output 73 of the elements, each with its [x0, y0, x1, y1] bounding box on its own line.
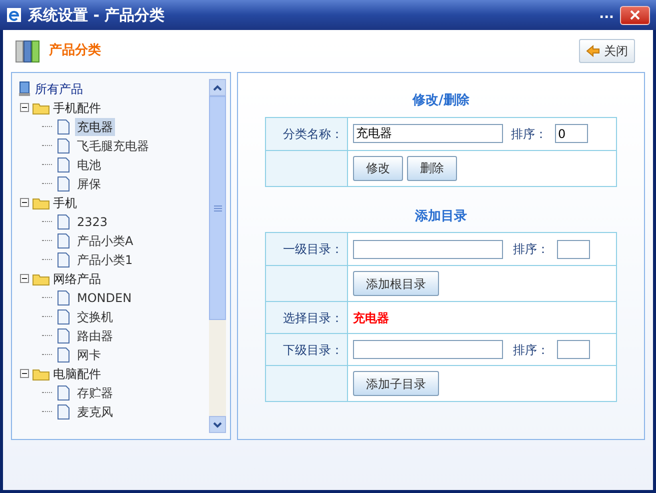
field-label: 选择目录： [283, 310, 343, 326]
tree-item[interactable]: 网卡 [75, 346, 103, 364]
scrollbar[interactable] [209, 79, 226, 433]
tree-item[interactable]: 飞毛腿充电器 [75, 136, 151, 154]
order-label: 排序： [511, 126, 547, 142]
tree-item[interactable]: 产品小类1 [75, 250, 135, 268]
collapse-icon[interactable] [20, 274, 29, 283]
name-field[interactable]: 充电器 [353, 124, 503, 143]
tree-item[interactable]: 屏保 [75, 174, 103, 192]
document-icon [57, 214, 70, 230]
window-title: 系统设置 - 产品分类 [28, 4, 165, 26]
directory-field[interactable] [353, 340, 503, 359]
tree-item[interactable]: 2323 [75, 212, 110, 230]
document-icon [57, 156, 70, 172]
add-button[interactable]: 添加根目录 [353, 271, 439, 296]
collapse-icon[interactable] [20, 369, 29, 378]
selected-directory: 充电器 [353, 310, 389, 326]
tree-item[interactable]: 产品小类A [75, 232, 136, 250]
more-button[interactable]: ... [599, 5, 614, 25]
action-button[interactable]: 删除 [407, 156, 457, 180]
collapse-icon[interactable] [20, 103, 29, 112]
field-label: 分类名称： [283, 126, 343, 142]
collapse-icon[interactable] [20, 198, 29, 207]
directory-field[interactable] [353, 240, 503, 258]
add-button[interactable]: 添加子目录 [353, 371, 439, 396]
section-title: 添加目录 [415, 208, 467, 226]
order-field[interactable] [557, 340, 590, 359]
tree-item[interactable]: 路由器 [75, 326, 115, 344]
folder-icon [32, 272, 50, 286]
close-button[interactable] [620, 6, 650, 24]
folder-icon [32, 196, 50, 210]
order-label: 排序： [513, 241, 549, 258]
section-title: 修改/删除 [412, 92, 470, 110]
chevron-down-icon [213, 422, 222, 428]
document-icon [57, 346, 70, 362]
tree-item[interactable]: 麦克风 [75, 402, 115, 420]
order-field[interactable] [557, 240, 590, 258]
document-icon [57, 404, 70, 420]
tree-item[interactable]: 交换机 [75, 308, 115, 326]
grip-icon [214, 204, 222, 212]
tree-folder[interactable]: 手机配件 [53, 98, 101, 116]
tree-root[interactable]: 所有产品 [35, 80, 83, 98]
document-icon [57, 328, 70, 344]
action-button[interactable]: 修改 [353, 156, 403, 180]
field-label: 下级目录： [283, 342, 343, 358]
tree-item[interactable]: 充电器 [75, 118, 115, 136]
order-label: 排序： [513, 342, 549, 358]
tree-item[interactable]: 存贮器 [75, 384, 115, 402]
close-icon [630, 10, 640, 20]
computer-icon [18, 80, 32, 96]
document-icon [57, 308, 70, 324]
field-label: 一级目录： [283, 241, 343, 258]
document-icon [57, 384, 70, 400]
folder-icon [32, 100, 50, 114]
order-field[interactable]: 0 [555, 124, 588, 143]
tree-folder[interactable]: 网络产品 [53, 270, 101, 288]
document-icon [57, 138, 70, 154]
tree-item[interactable]: MONDEN [75, 288, 134, 306]
chevron-up-icon [213, 84, 222, 90]
page-title: 产品分类 [49, 42, 101, 60]
document-icon [57, 252, 70, 268]
browser-icon [6, 7, 22, 23]
document-icon [57, 118, 70, 134]
tree-folder[interactable]: 手机 [53, 194, 77, 212]
tree-item[interactable]: 电池 [75, 156, 103, 174]
close-page-button[interactable]: 关闭 [579, 39, 635, 63]
binders-icon [15, 38, 41, 64]
arrow-left-icon [586, 45, 600, 57]
folder-icon [32, 366, 50, 380]
document-icon [57, 232, 70, 248]
document-icon [57, 176, 70, 192]
document-icon [57, 290, 70, 306]
tree-folder[interactable]: 电脑配件 [53, 364, 101, 382]
